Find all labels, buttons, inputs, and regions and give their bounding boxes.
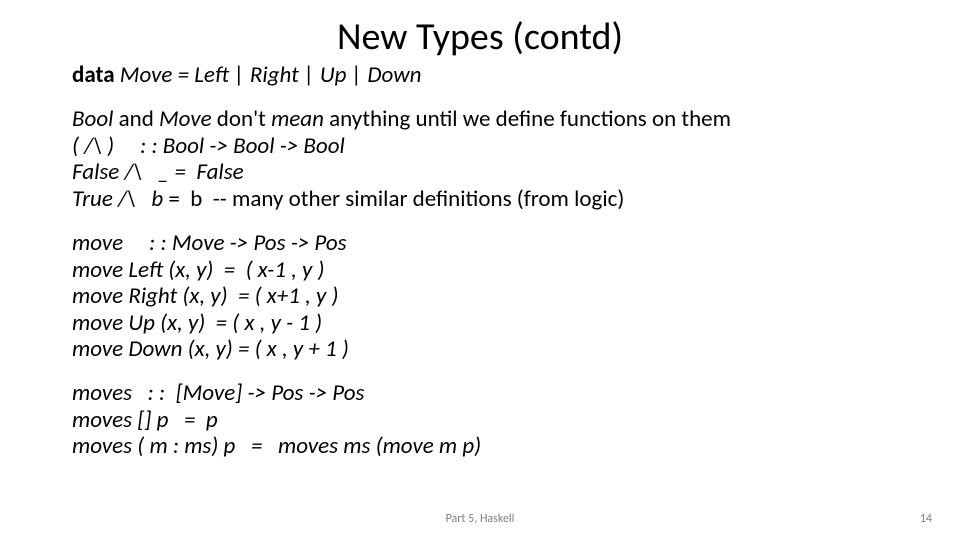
mean-word: mean — [271, 105, 324, 133]
and-operator-sig: ( /\ ) : : Bool -> Bool -> Bool — [72, 132, 345, 160]
keyword-data: data — [72, 61, 115, 89]
bool-word: Bool — [72, 105, 113, 133]
slide: New Types (contd) data Move = Left | Rig… — [0, 0, 960, 540]
bool-block: Bool and Move don't mean anything until … — [72, 106, 900, 212]
moves-block: moves : : [Move] -> Pos -> Pos moves [] … — [72, 380, 900, 459]
moves-nil: moves [] p = p — [72, 406, 218, 434]
footer-center: Part 5, Haskell — [0, 512, 960, 526]
moves-cons: moves ( m : ms) p = moves ms (move m p) — [72, 432, 481, 460]
move-sig: move : : Move -> Pos -> Pos — [72, 229, 347, 257]
false-case: False /\ _ = False — [72, 158, 244, 186]
rest-sentence: anything until we define functions on th… — [324, 105, 731, 133]
data-declaration: data Move = Left | Right | Up | Down — [72, 62, 900, 88]
move-right: move Right (x, y) = ( x+1 , y ) — [72, 282, 338, 310]
slide-title: New Types (contd) — [0, 14, 960, 60]
true-case-lhs: True /\ b — [72, 185, 163, 213]
move-word: Move — [159, 105, 212, 133]
move-block: move : : Move -> Pos -> Pos move Left (x… — [72, 230, 900, 362]
move-down: move Down (x, y) = ( x , y + 1 ) — [72, 335, 349, 363]
move-up: move Up (x, y) = ( x , y - 1 ) — [72, 309, 322, 337]
slide-body: data Move = Left | Right | Up | Down Boo… — [72, 62, 900, 460]
moves-sig: moves : : [Move] -> Pos -> Pos — [72, 379, 364, 407]
dont-word: don't — [212, 105, 271, 133]
page-number: 14 — [920, 512, 932, 526]
decl-rest: Move = Left | Right | Up | Down — [115, 61, 422, 89]
true-case-rhs: = b -- many other similar definitions (f… — [163, 185, 624, 213]
move-left: move Left (x, y) = ( x-1 , y ) — [72, 256, 324, 284]
and-word: and — [113, 105, 159, 133]
